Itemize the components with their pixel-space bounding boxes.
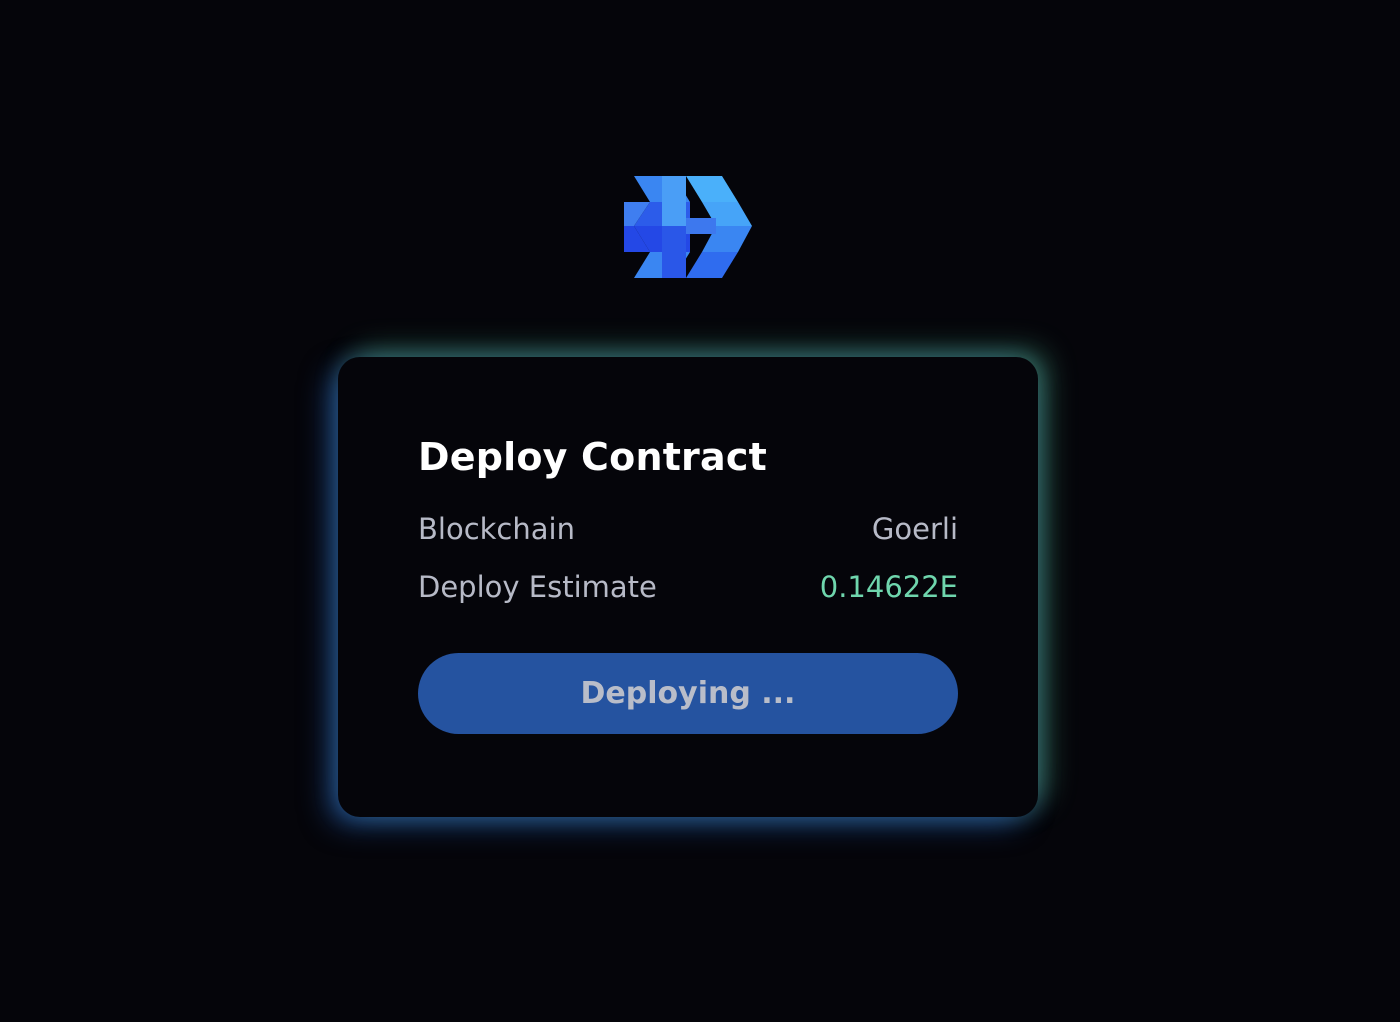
- blockchain-label: Blockchain: [418, 512, 575, 546]
- blockchain-value: Goerli: [871, 512, 958, 546]
- deploy-contract-card: Deploy Contract Blockchain Goerli Deploy…: [338, 357, 1038, 817]
- deploy-estimate-label: Deploy Estimate: [418, 570, 657, 604]
- deploy-screen: Deploy Contract Blockchain Goerli Deploy…: [0, 0, 1400, 1022]
- app-logo-icon: [622, 174, 754, 280]
- deploy-estimate-value: 0.14622E: [819, 570, 958, 604]
- blockchain-row: Blockchain Goerli: [418, 509, 958, 549]
- deploying-button[interactable]: Deploying ...: [418, 653, 958, 734]
- deploy-estimate-row: Deploy Estimate 0.14622E: [418, 567, 958, 607]
- card-title: Deploy Contract: [418, 435, 767, 479]
